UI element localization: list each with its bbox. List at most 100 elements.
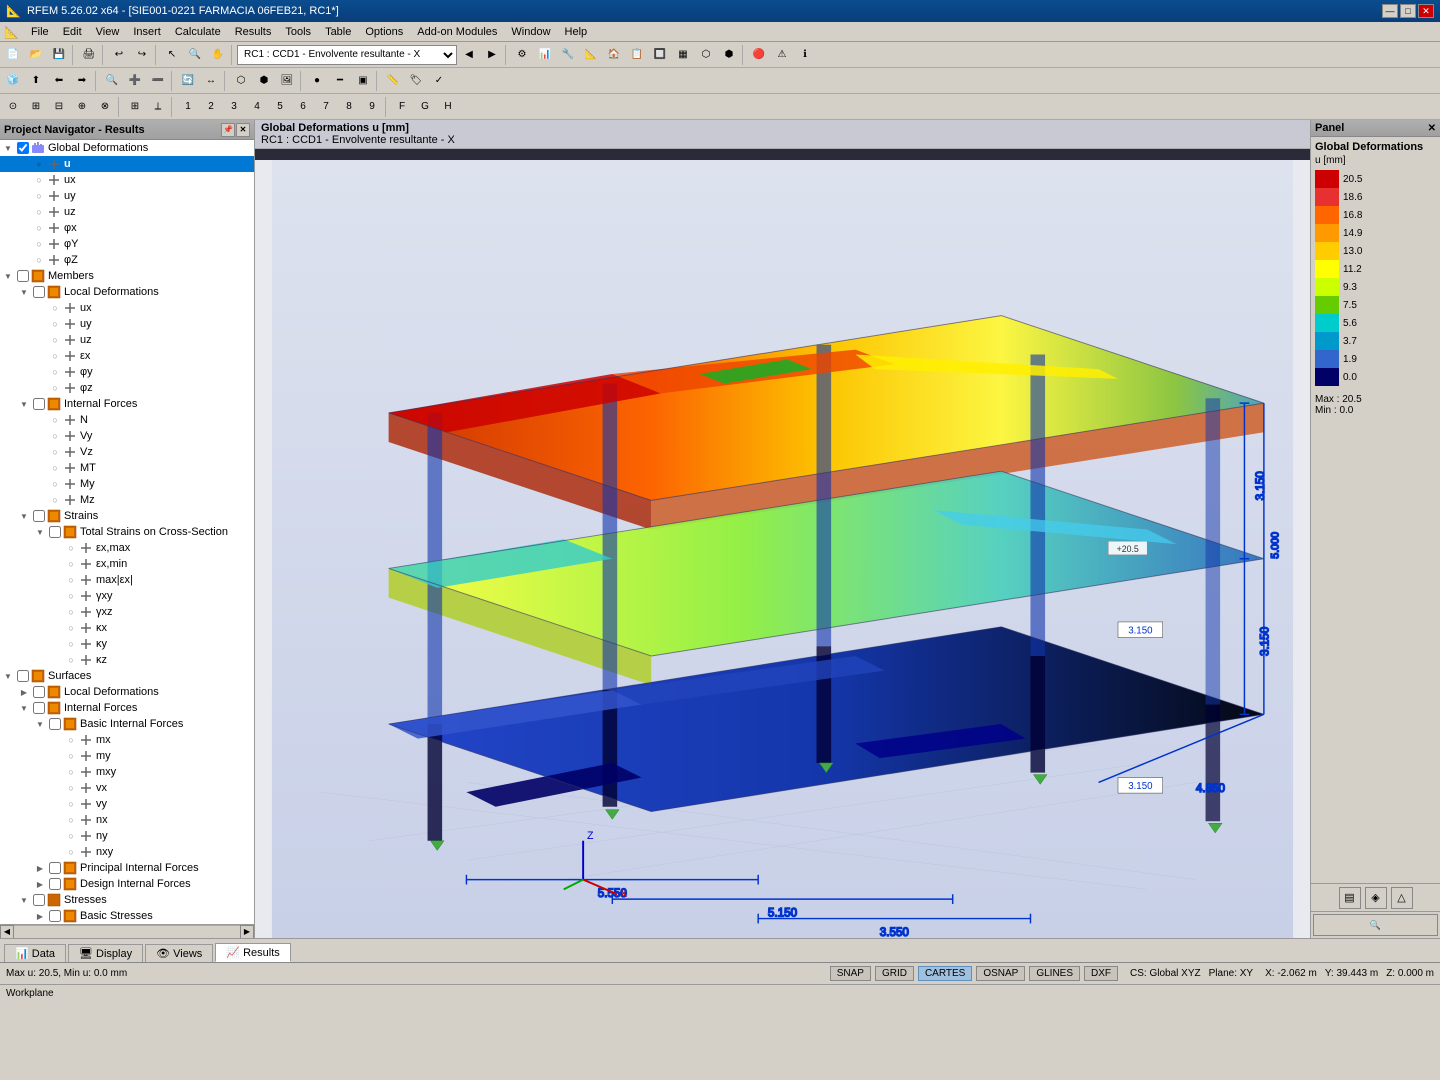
tree-expand-Vz[interactable]	[32, 444, 48, 460]
tree-cb-u[interactable]: ●	[32, 157, 46, 171]
snap-line-btn[interactable]: ⊞	[25, 96, 47, 118]
tree-expand-mx[interactable]	[48, 732, 64, 748]
tree-cb-exmin[interactable]: ○	[64, 557, 78, 571]
legend-settings-btn[interactable]: △	[1391, 887, 1413, 909]
tb9[interactable]: 🔲	[649, 44, 671, 66]
num8-btn[interactable]: 8	[338, 96, 360, 118]
close-button[interactable]: ✕	[1418, 4, 1434, 18]
tree-cb-Vz[interactable]: ○	[48, 445, 62, 459]
case-combo[interactable]: RC1 : CCD1 - Envolvente resultante - X	[237, 45, 457, 65]
tree-expand-N[interactable]	[32, 412, 48, 428]
pan-btn[interactable]: ✋	[207, 44, 229, 66]
tree-item-nx[interactable]: ○nx	[0, 812, 254, 828]
tree-expand-phiz[interactable]	[16, 252, 32, 268]
tb8[interactable]: 📋	[626, 44, 648, 66]
tree-container[interactable]: ▼Global Deformations●u○ux○uy○uz○φx○φY○φZ…	[0, 140, 254, 924]
tree-item-internal-forces-m[interactable]: ▼Internal Forces	[0, 396, 254, 412]
tree-expand-global-def[interactable]: ▼	[0, 140, 16, 156]
menu-options[interactable]: Options	[359, 25, 409, 39]
tree-item-Vy[interactable]: ○Vy	[0, 428, 254, 444]
tree-cb-ky[interactable]: ○	[64, 637, 78, 651]
save-btn[interactable]: 💾	[48, 44, 70, 66]
tree-expand-basic-internal[interactable]: ▼	[32, 716, 48, 732]
tree-cb-Mz[interactable]: ○	[48, 493, 62, 507]
tree-cb-s-local-def[interactable]	[32, 685, 46, 699]
tree-item-exmin[interactable]: ○εx,min	[0, 556, 254, 572]
tree-expand-m-ex[interactable]	[32, 348, 48, 364]
num1-btn[interactable]: 1	[177, 96, 199, 118]
tree-item-m-ez[interactable]: ○φz	[0, 380, 254, 396]
tree-expand-Yxz[interactable]	[48, 604, 64, 620]
tree-cb-phiz[interactable]: ○	[32, 253, 46, 267]
tree-cb-surfaces[interactable]	[16, 669, 30, 683]
tree-item-uy[interactable]: ○uy	[0, 188, 254, 204]
tree-item-ky[interactable]: ○κy	[0, 636, 254, 652]
tree-expand-uz[interactable]	[16, 204, 32, 220]
num5-btn[interactable]: 5	[269, 96, 291, 118]
zoomall-btn[interactable]: 🔍	[101, 70, 123, 92]
tree-expand-total-strains[interactable]: ▼	[32, 524, 48, 540]
scroll-right-btn[interactable]: ▶	[240, 925, 254, 939]
tree-item-design-forces[interactable]: ▶Design Internal Forces	[0, 876, 254, 892]
prev-btn[interactable]: ◀	[458, 44, 480, 66]
tree-item-My[interactable]: ○My	[0, 476, 254, 492]
tree-item-members[interactable]: ▼Members	[0, 268, 254, 284]
tb14[interactable]: ⚠	[771, 44, 793, 66]
tree-expand-design-forces[interactable]: ▶	[32, 876, 48, 892]
maximize-button[interactable]: □	[1400, 4, 1416, 18]
tree-cb-phiy[interactable]: ○	[32, 237, 46, 251]
tree-cb-ux[interactable]: ○	[32, 173, 46, 187]
tree-cb-m-ux[interactable]: ○	[48, 301, 62, 315]
render-btn[interactable]: 🖼	[276, 70, 298, 92]
tree-cb-m-uy[interactable]: ○	[48, 317, 62, 331]
tree-expand-maxex[interactable]	[48, 572, 64, 588]
tree-cb-kz[interactable]: ○	[64, 653, 78, 667]
grid-snap-btn[interactable]: ⊞	[124, 96, 146, 118]
tree-cb-local-def[interactable]	[32, 285, 46, 299]
tree-item-basic-stresses[interactable]: ▶Basic Stresses	[0, 908, 254, 924]
menu-insert[interactable]: Insert	[127, 25, 167, 39]
tree-cb-nxy[interactable]: ○	[64, 845, 78, 859]
tree-expand-local-def[interactable]: ▼	[16, 284, 32, 300]
menu-calculate[interactable]: Calculate	[169, 25, 227, 39]
move-btn[interactable]: ↔	[200, 70, 222, 92]
tree-item-m-uy[interactable]: ○uy	[0, 316, 254, 332]
tab-results[interactable]: 📈 Results	[215, 943, 290, 962]
tree-expand-phix[interactable]	[16, 220, 32, 236]
tree-item-Mz[interactable]: ○Mz	[0, 492, 254, 508]
tree-item-vx[interactable]: ○vx	[0, 780, 254, 796]
tree-cb-principal-forces[interactable]	[48, 861, 62, 875]
num6-btn[interactable]: 6	[292, 96, 314, 118]
tree-item-kz[interactable]: ○κz	[0, 652, 254, 668]
viewtop-btn[interactable]: ⬆	[25, 70, 47, 92]
tree-cb-basic-stresses[interactable]	[48, 909, 62, 923]
rotate-btn[interactable]: 🔄	[177, 70, 199, 92]
tree-expand-uy[interactable]	[16, 188, 32, 204]
line-btn[interactable]: ━	[329, 70, 351, 92]
label-btn[interactable]: 🏷	[405, 70, 427, 92]
tree-item-s-internal-forces[interactable]: ▼Internal Forces	[0, 700, 254, 716]
menu-table[interactable]: Table	[319, 25, 357, 39]
tree-item-N[interactable]: ○N	[0, 412, 254, 428]
tree-cb-ny[interactable]: ○	[64, 829, 78, 843]
redo-btn[interactable]: ↪	[131, 44, 153, 66]
menu-help[interactable]: Help	[559, 25, 594, 39]
snap-int-btn[interactable]: ⊕	[71, 96, 93, 118]
tree-item-exmax[interactable]: ○εx,max	[0, 540, 254, 556]
tb11[interactable]: ⬡	[695, 44, 717, 66]
tree-expand-basic-stresses[interactable]: ▶	[32, 908, 48, 924]
tree-cb-nx[interactable]: ○	[64, 813, 78, 827]
num3-btn[interactable]: 3	[223, 96, 245, 118]
tree-item-my[interactable]: ○my	[0, 748, 254, 764]
tree-item-m-uz[interactable]: ○uz	[0, 332, 254, 348]
tb13[interactable]: 🔴	[748, 44, 770, 66]
filter2-btn[interactable]: G	[414, 96, 436, 118]
tree-item-mxy[interactable]: ○mxy	[0, 764, 254, 780]
tb10[interactable]: ▦	[672, 44, 694, 66]
tree-expand-kx[interactable]	[48, 620, 64, 636]
tree-item-MT[interactable]: ○MT	[0, 460, 254, 476]
tb4[interactable]: 📊	[534, 44, 556, 66]
snap-mid-btn[interactable]: ⊟	[48, 96, 70, 118]
panel-pin-btn[interactable]: 📌	[221, 123, 235, 137]
legend-scale-btn[interactable]: ▤	[1339, 887, 1361, 909]
